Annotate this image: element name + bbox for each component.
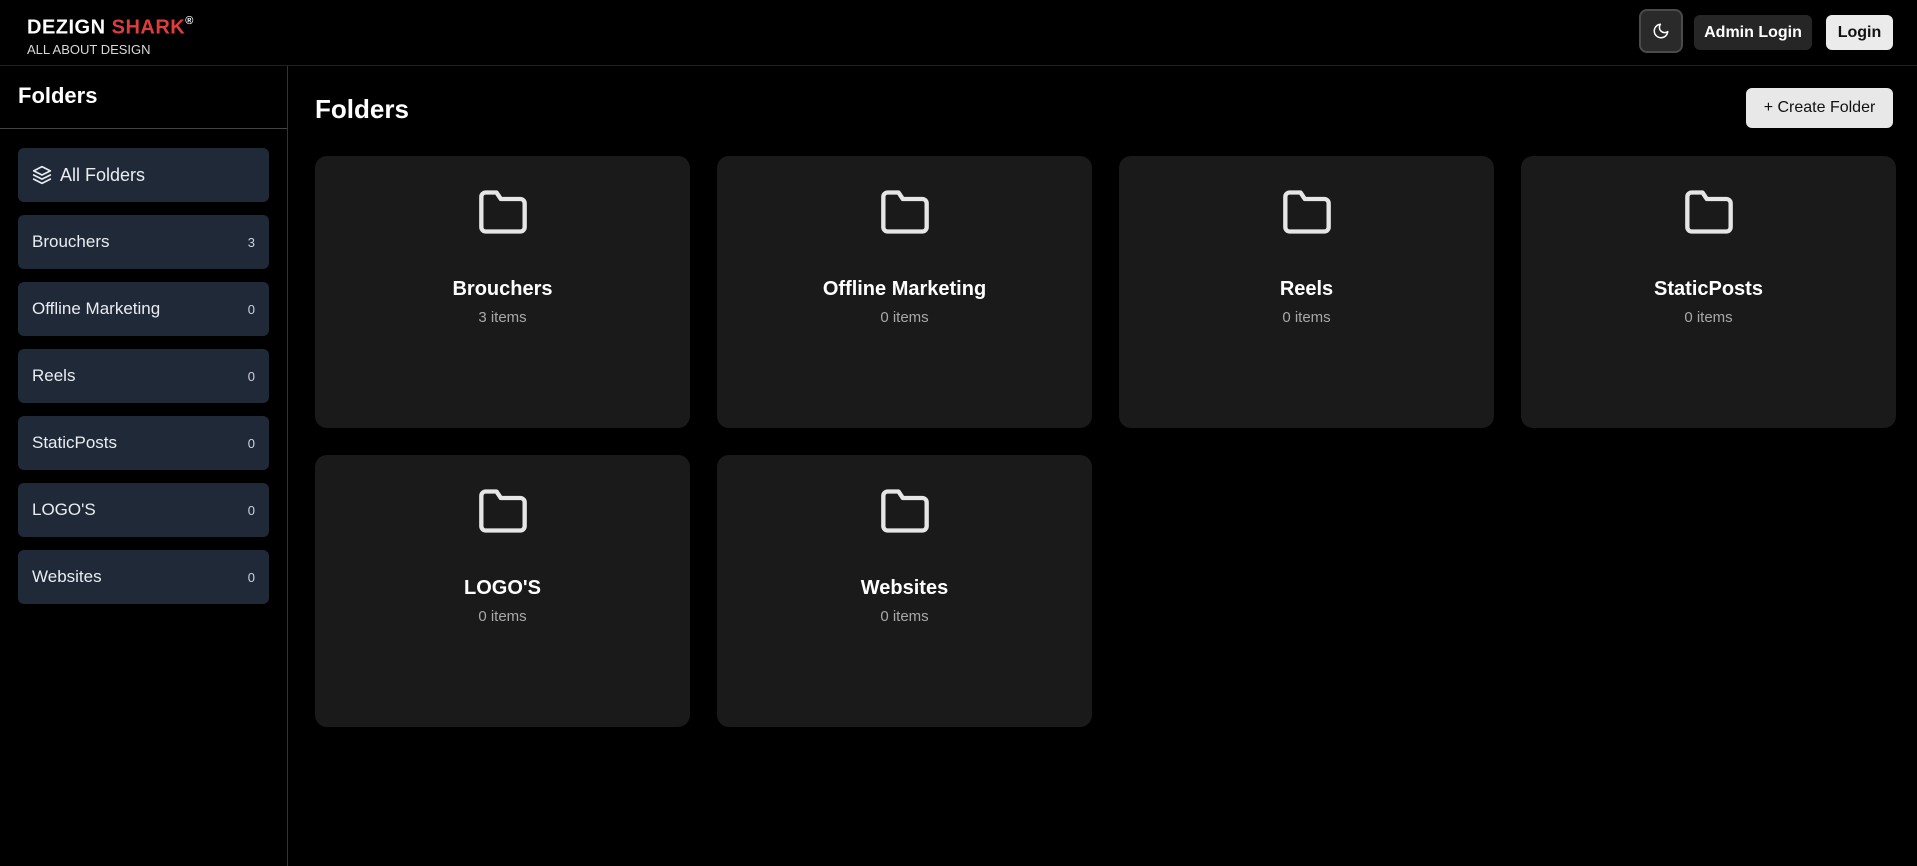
theme-toggle-button[interactable] <box>1639 9 1683 53</box>
sidebar-item-label: Websites <box>32 567 102 586</box>
folder-name: StaticPosts <box>1654 278 1763 300</box>
folder-item-count: 0 items <box>1282 309 1331 326</box>
folder-card-reels[interactable]: Reels 0 items <box>1119 156 1494 428</box>
folder-icon <box>1282 190 1331 234</box>
sidebar-item-all-folders[interactable]: All Folders <box>18 148 269 202</box>
sidebar: Folders All Folders Brouchers 3 Offline … <box>0 66 288 866</box>
moon-icon <box>1653 23 1669 39</box>
folder-icon <box>880 489 929 533</box>
layers-icon <box>32 165 52 185</box>
sidebar-item-count: 3 <box>247 234 255 250</box>
login-button[interactable]: Login <box>1826 15 1893 50</box>
folder-item-count: 0 items <box>880 309 929 326</box>
sidebar-item-count: 0 <box>247 301 255 317</box>
folder-icon <box>478 190 527 234</box>
sidebar-item-label: LOGO'S <box>32 500 96 519</box>
sidebar-item-websites[interactable]: Websites 0 <box>18 550 269 604</box>
sidebar-item-label: Offline Marketing <box>32 299 161 318</box>
folder-card-offline-marketing[interactable]: Offline Marketing 0 items <box>717 156 1092 428</box>
admin-login-button[interactable]: Admin Login <box>1694 15 1812 50</box>
folder-card-logos[interactable]: LOGO'S 0 items <box>315 455 690 727</box>
sidebar-item-label: Brouchers <box>32 232 110 251</box>
sidebar-item-label: All Folders <box>60 164 146 185</box>
sidebar-item-label: Reels <box>32 366 76 385</box>
sidebar-item-count: 0 <box>247 569 255 585</box>
brand-logo[interactable]: DEZIGN SHARK® ALL ABOUT DESIGN <box>27 12 194 57</box>
registered-mark: ® <box>185 15 194 27</box>
sidebar-item-offline-marketing[interactable]: Offline Marketing 0 <box>18 282 269 336</box>
brand-tagline: ALL ABOUT DESIGN <box>27 41 151 57</box>
folder-card-brouchers[interactable]: Brouchers 3 items <box>315 156 690 428</box>
sidebar-item-logos[interactable]: LOGO'S 0 <box>18 483 269 537</box>
sidebar-item-brouchers[interactable]: Brouchers 3 <box>18 215 269 269</box>
page-title: Folders <box>315 94 409 124</box>
create-folder-button[interactable]: + Create Folder <box>1746 88 1893 128</box>
folder-icon <box>880 190 929 234</box>
main-content: Folders + Create Folder Brouchers 3 item… <box>289 66 1917 866</box>
folder-name: Reels <box>1279 278 1334 300</box>
folder-name: Websites <box>860 577 949 599</box>
sidebar-item-count: 0 <box>247 368 255 384</box>
folder-item-count: 0 items <box>880 608 929 625</box>
top-bar: DEZIGN SHARK® ALL ABOUT DESIGN Admin Log… <box>0 0 1917 66</box>
sidebar-folder-list: All Folders Brouchers 3 Offline Marketin… <box>0 129 287 604</box>
folder-card-websites[interactable]: Websites 0 items <box>717 455 1092 727</box>
sidebar-item-staticposts[interactable]: StaticPosts 0 <box>18 416 269 470</box>
folder-item-count: 0 items <box>1684 309 1733 326</box>
brand-name-part2: SHARK <box>111 16 186 39</box>
folder-grid: Brouchers 3 items Offline Marketing 0 it… <box>315 156 1896 727</box>
folder-card-staticposts[interactable]: StaticPosts 0 items <box>1521 156 1896 428</box>
brand-name: DEZIGN SHARK® <box>27 12 194 39</box>
folder-item-count: 3 items <box>478 309 527 326</box>
sidebar-item-label: StaticPosts <box>32 433 118 452</box>
sidebar-title: Folders <box>0 66 287 129</box>
folder-name: Offline Marketing <box>822 278 987 300</box>
folder-name: Brouchers <box>452 278 553 300</box>
brand-name-part1: DEZIGN <box>27 16 112 39</box>
sidebar-item-count: 0 <box>247 502 255 518</box>
folder-item-count: 0 items <box>478 608 527 625</box>
sidebar-item-reels[interactable]: Reels 0 <box>18 349 269 403</box>
folder-name: LOGO'S <box>464 577 541 599</box>
folder-icon <box>1684 190 1733 234</box>
sidebar-item-count: 0 <box>247 435 255 451</box>
folder-icon <box>478 489 527 533</box>
